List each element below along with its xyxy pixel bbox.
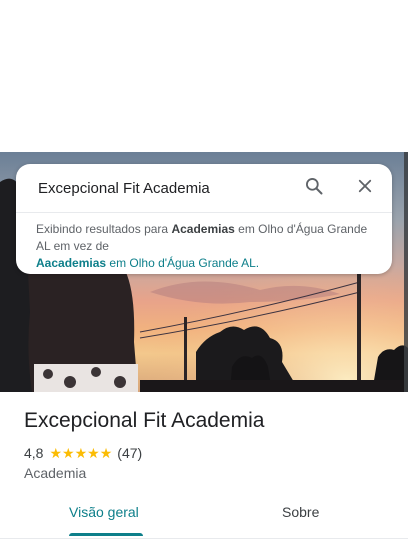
search-input[interactable] [38, 178, 288, 198]
original-term: Aacademias [36, 256, 107, 270]
search-correction-notice: Exibindo resultados para Academias em Ol… [36, 221, 376, 272]
rating-value: 4,8 [24, 445, 44, 461]
star-icon: ★ [99, 444, 113, 461]
star-icon: ★ [87, 444, 100, 461]
active-tab-indicator [69, 533, 143, 536]
original-query-link[interactable]: Aacademias em Olho d'Água Grande AL. [36, 256, 259, 270]
search-bar [16, 164, 392, 213]
star-icon: ★ [74, 444, 88, 461]
tab-about[interactable]: Sobre [282, 504, 319, 520]
correction-prefix: Exibindo resultados para [36, 222, 169, 236]
search-icon [304, 176, 324, 201]
original-location: em Olho d'Água Grande AL. [109, 256, 260, 270]
search-card: Exibindo resultados para Academias em Ol… [16, 164, 392, 274]
star-icon: ★ [62, 444, 75, 461]
place-title: Excepcional Fit Academia [24, 409, 265, 432]
place-category[interactable]: Academia [24, 465, 86, 481]
search-button[interactable] [302, 176, 326, 200]
scrollbar[interactable] [404, 152, 408, 392]
star-rating: ★ ★ ★ ★ ★ [49, 445, 112, 462]
review-count[interactable]: (47) [117, 445, 142, 461]
star-icon: ★ [49, 444, 63, 461]
clear-search-button[interactable] [353, 176, 377, 200]
corrected-term: Academias [171, 222, 235, 236]
close-icon [356, 177, 374, 200]
tab-bar: Visão geral Sobre [0, 494, 408, 539]
rating-row[interactable]: 4,8 ★ ★ ★ ★ ★ (47) [24, 444, 142, 462]
tab-overview[interactable]: Visão geral [69, 504, 139, 520]
